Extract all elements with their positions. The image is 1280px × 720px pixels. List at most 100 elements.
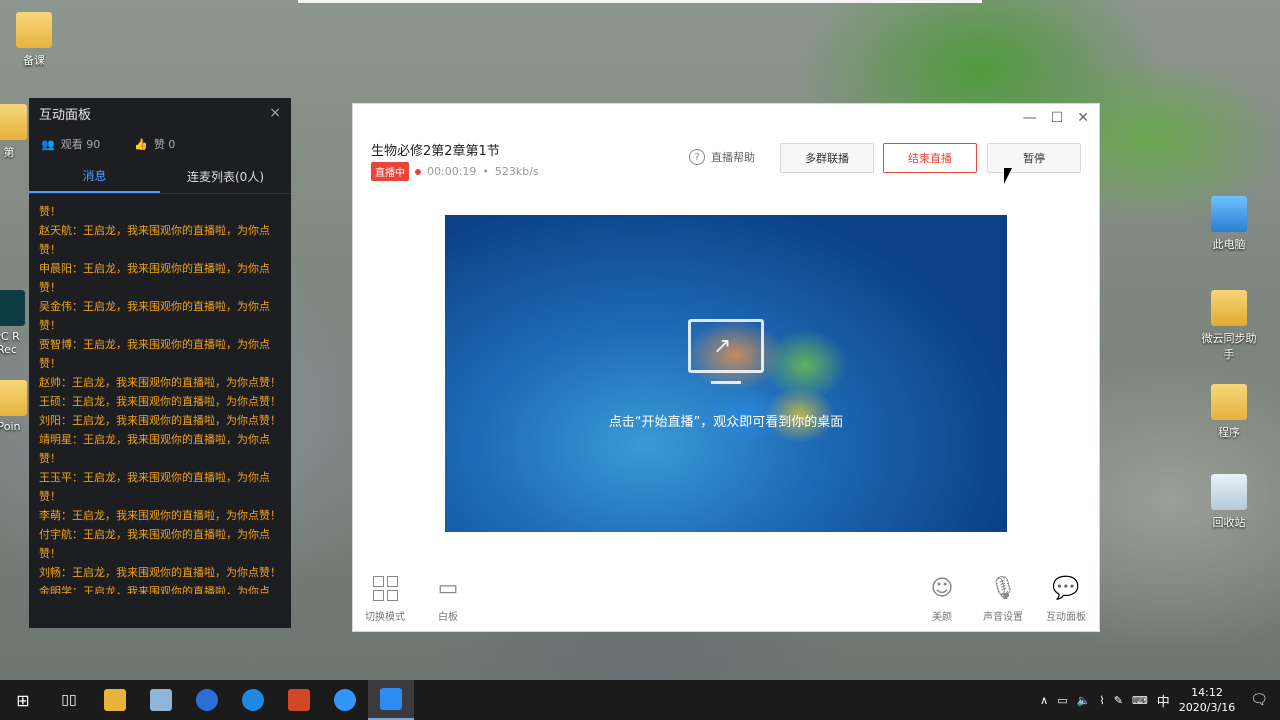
qq-browser-icon bbox=[242, 689, 264, 711]
ime-indicator[interactable]: 中 bbox=[1157, 691, 1170, 710]
panel-tabs: 消息 连麦列表(0人) bbox=[29, 160, 291, 194]
close-icon[interactable]: ✕ bbox=[1077, 110, 1089, 126]
viewer-count-label: 观看 90 bbox=[60, 138, 101, 151]
live-app-icon bbox=[380, 688, 402, 710]
tool-label: 切换模式 bbox=[365, 612, 405, 623]
like-count-label: 赞 0 bbox=[153, 138, 176, 151]
powerpoint-icon bbox=[288, 689, 310, 711]
live-bitrate: 523kb/s bbox=[494, 165, 539, 178]
tool-label: 声音设置 bbox=[983, 612, 1023, 623]
message-item: 靖明星：王启龙，我来围观你的直播啦，为你点赞！ bbox=[39, 433, 270, 465]
question-icon: ? bbox=[689, 149, 705, 165]
maximize-icon[interactable]: ☐ bbox=[1051, 110, 1064, 126]
desktop-icon-pc-rec[interactable]: PC R Rec bbox=[0, 290, 32, 356]
beauty-tool[interactable]: ☺ 美颜 bbox=[927, 574, 957, 624]
folder-icon bbox=[104, 689, 126, 711]
minimize-icon[interactable]: — bbox=[1023, 110, 1037, 126]
chevron-up-icon[interactable]: ∧ bbox=[1040, 694, 1048, 707]
system-tray: ∧ ▭ 🔈 ⌇ ✎ ⌨ 中 14:12 2020/3/16 🗨 bbox=[1040, 680, 1280, 720]
battery-icon[interactable]: ▭ bbox=[1057, 694, 1067, 707]
message-item: 刘畅：王启龙，我来围观你的直播啦，为你点赞！ bbox=[39, 566, 281, 579]
taskbar-app-browser[interactable] bbox=[184, 680, 230, 720]
computer-icon bbox=[1211, 196, 1247, 232]
multi-group-button[interactable]: 多群联播 bbox=[780, 143, 874, 173]
close-icon[interactable]: × bbox=[269, 105, 281, 121]
tool-label: 白板 bbox=[438, 612, 458, 623]
live-help[interactable]: ? 直播帮助 bbox=[689, 149, 755, 165]
notes-icon bbox=[150, 689, 172, 711]
notification-icon[interactable]: 🗨 bbox=[1250, 692, 1268, 708]
message-item: 付宇航：王启龙，我来围观你的直播啦，为你点赞！ bbox=[39, 528, 270, 560]
message-item: 申晨阳：王启龙，我来围观你的直播啦，为你点赞！ bbox=[39, 262, 270, 294]
thumbs-up-icon: 👍 bbox=[134, 137, 148, 151]
audio-settings-tool[interactable]: 🎙 声音设置 bbox=[983, 574, 1023, 624]
speaker-icon[interactable]: 🔈 bbox=[1077, 694, 1091, 707]
task-view-button[interactable]: ▯▯ bbox=[46, 680, 92, 720]
mouse-cursor-icon bbox=[1004, 168, 1012, 184]
tool-label: 互动面板 bbox=[1046, 612, 1086, 623]
like-count: 👍 赞 0 bbox=[134, 136, 175, 152]
desktop-icon-label: 备课 bbox=[23, 54, 45, 67]
app-icon bbox=[0, 290, 25, 326]
folder-icon bbox=[16, 12, 52, 48]
desktop-icon-programs[interactable]: 程序 bbox=[1197, 384, 1261, 440]
smile-icon: ☺ bbox=[930, 575, 954, 601]
message-item: 吴金伟：王启龙，我来围观你的直播啦，为你点赞！ bbox=[39, 300, 270, 332]
taskbar-app-qq-browser[interactable] bbox=[230, 680, 276, 720]
live-duration: 00:00:19 bbox=[427, 165, 477, 178]
taskbar-app-live[interactable] bbox=[368, 680, 414, 720]
taskbar-app-notes[interactable] bbox=[138, 680, 184, 720]
message-item: 王硕：王启龙，我来围观你的直播啦，为你点赞！ bbox=[39, 395, 281, 408]
desktop-icon-recycle-bin[interactable]: 回收站 bbox=[1197, 474, 1261, 530]
live-title: 生物必修2第2章第1节 bbox=[371, 144, 500, 159]
windows-icon: ⊞ bbox=[16, 690, 30, 710]
start-button[interactable]: ⊞ bbox=[0, 680, 46, 720]
separator-dot: • bbox=[482, 165, 489, 178]
dingtalk-icon bbox=[334, 689, 356, 711]
keyboard-icon[interactable]: ⌨ bbox=[1132, 694, 1148, 707]
message-item: 贾智博：王启龙，我来围观你的直播啦，为你点赞！ bbox=[39, 338, 270, 370]
desktop-icon-label: 程序 bbox=[1218, 426, 1240, 439]
desktop-icon-this-pc[interactable]: 此电脑 bbox=[1197, 196, 1261, 252]
whiteboard-tool[interactable]: ▭ 白板 bbox=[433, 574, 463, 624]
whiteboard-icon: ▭ bbox=[437, 575, 459, 601]
taskbar-app-dingtalk[interactable] bbox=[322, 680, 368, 720]
desktop-icon-weiyun[interactable]: 微云同步助手 bbox=[1197, 290, 1261, 362]
screen-share-icon: ↗ bbox=[688, 319, 764, 384]
desktop-icon-label: PC R bbox=[0, 330, 20, 343]
browser-icon bbox=[196, 689, 218, 711]
preview-hint: 点击“开始直播”，观众即可看到你的桌面 bbox=[608, 415, 844, 430]
pen-icon[interactable]: ✎ bbox=[1114, 694, 1123, 707]
message-item: 李萌：王启龙，我来围观你的直播啦，为你点赞！ bbox=[39, 509, 281, 522]
wifi-icon[interactable]: ⌇ bbox=[1099, 694, 1104, 707]
message-list[interactable]: 赞！ 赵天航：王启龙，我来围观你的直播啦，为你点赞！ 申晨阳：王启龙，我来围观你… bbox=[29, 194, 291, 594]
taskbar-file-explorer[interactable] bbox=[92, 680, 138, 720]
tab-mic-list[interactable]: 连麦列表(0人) bbox=[160, 160, 291, 193]
live-window: — ☐ ✕ 生物必修2第2章第1节 直播中 00:00:19 • 523kb/s… bbox=[352, 103, 1100, 632]
tool-label: 美颜 bbox=[932, 612, 952, 623]
message-item: 赵帅：王启龙，我来围观你的直播啦，为你点赞！ bbox=[39, 376, 281, 389]
chat-icon: 💬 bbox=[1052, 575, 1080, 601]
interaction-panel-tool[interactable]: 💬 互动面板 bbox=[1046, 574, 1086, 624]
desktop-icon-label: Rec bbox=[0, 343, 17, 356]
folder-icon bbox=[0, 104, 27, 140]
viewer-count: 👥 观看 90 bbox=[41, 136, 100, 152]
message-item: 王玉平：王启龙，我来围观你的直播啦，为你点赞！ bbox=[39, 471, 270, 503]
desktop-icon-label: 回收站 bbox=[1212, 516, 1246, 529]
folder-icon bbox=[1211, 384, 1247, 420]
end-live-button[interactable]: 结束直播 bbox=[883, 143, 977, 173]
interaction-panel: 互动面板 × 👥 观看 90 👍 赞 0 消息 连麦列表(0人) 赞！ 赵天航：… bbox=[29, 98, 291, 628]
clock[interactable]: 14:12 2020/3/16 bbox=[1179, 685, 1235, 715]
desktop-icon-beike[interactable]: 备课 bbox=[2, 12, 66, 68]
panel-title: 互动面板 bbox=[39, 107, 92, 123]
pause-button[interactable]: 暂停 bbox=[987, 143, 1081, 173]
task-view-icon: ▯▯ bbox=[61, 692, 77, 708]
recording-dot-icon bbox=[415, 168, 421, 175]
tab-messages[interactable]: 消息 bbox=[29, 160, 160, 193]
live-help-label: 直播帮助 bbox=[711, 151, 755, 164]
live-status-badge: 直播中 bbox=[371, 162, 409, 181]
taskbar-app-powerpoint[interactable] bbox=[276, 680, 322, 720]
microphone-icon: 🎙 bbox=[989, 575, 1017, 601]
switch-mode-tool[interactable]: 切换模式 bbox=[365, 574, 405, 623]
recycle-bin-icon bbox=[1211, 474, 1247, 510]
